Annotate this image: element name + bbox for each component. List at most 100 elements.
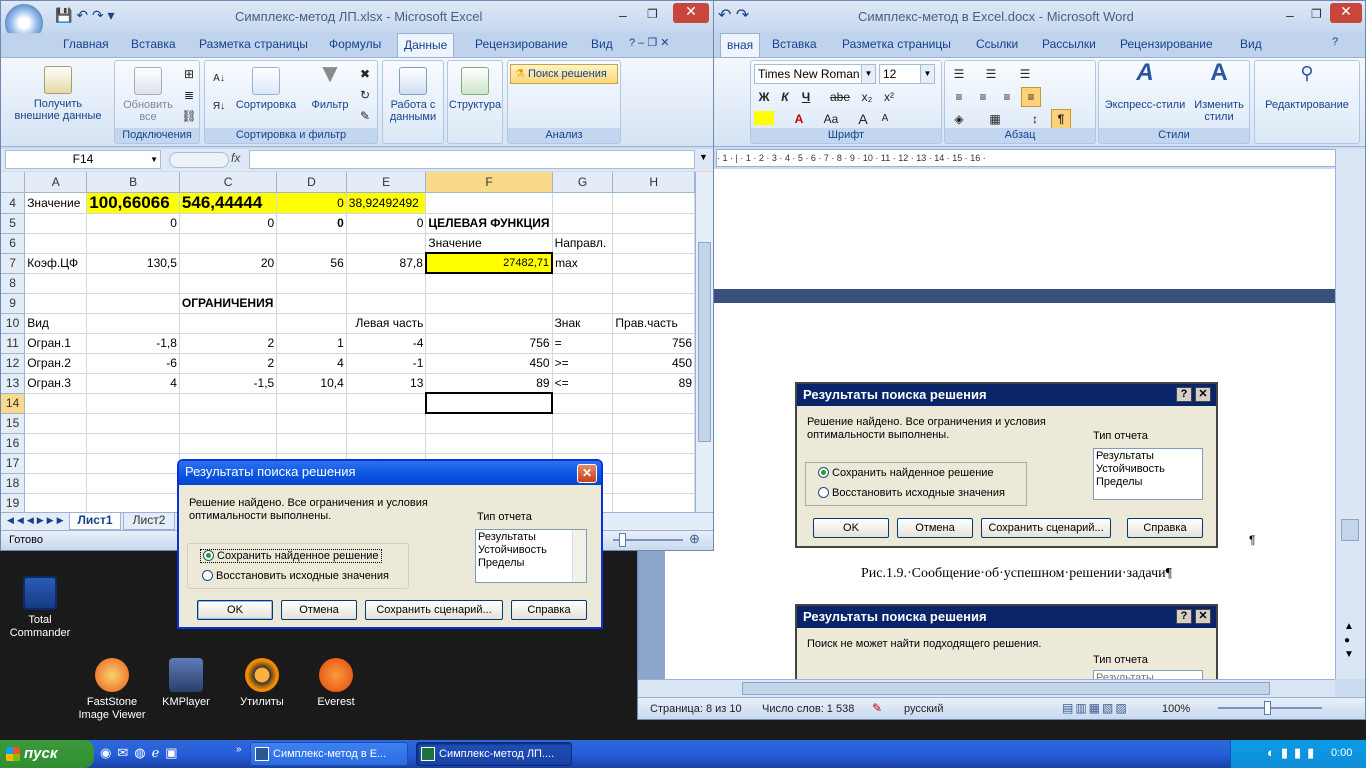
cell[interactable]: 4	[86, 373, 180, 394]
clear-filter-icon[interactable]: ✖	[355, 64, 375, 84]
list-item[interactable]: Результаты	[478, 531, 584, 544]
cell[interactable]: Огран.2	[24, 353, 88, 374]
formula-expand[interactable]	[169, 152, 229, 168]
cell[interactable]	[425, 192, 553, 214]
cell[interactable]	[612, 453, 695, 474]
horizontal-ruler[interactable]: · 1 · | · 1 · 2 · 3 · 4 · 5 · 6 · 7 · 8 …	[716, 149, 1336, 167]
close-icon[interactable]: ✕	[1330, 3, 1362, 23]
cell[interactable]	[24, 433, 88, 454]
cell[interactable]: 2	[179, 333, 278, 354]
borders-icon[interactable]: ▦	[985, 109, 1005, 129]
cell[interactable]	[179, 273, 278, 294]
cell[interactable]	[346, 273, 427, 294]
cell[interactable]: 450	[425, 353, 553, 374]
minimize-icon[interactable]: –	[619, 7, 627, 23]
cell[interactable]	[86, 433, 180, 454]
desktop-icon-total-commander[interactable]: Total Commander	[0, 576, 80, 640]
cell[interactable]: >=	[552, 353, 614, 374]
cell[interactable]	[276, 393, 347, 414]
column-header[interactable]: F	[425, 172, 553, 193]
cell[interactable]	[86, 313, 180, 334]
data-tools-button[interactable]: Работа с данными	[383, 67, 443, 123]
scroll-thumb[interactable]	[698, 242, 711, 442]
cell[interactable]: 13	[346, 373, 427, 394]
cell[interactable]: Вид	[24, 313, 88, 334]
cell[interactable]: Коэф.ЦФ	[24, 253, 88, 274]
sheet-tab-2[interactable]: Лист2	[123, 513, 175, 530]
get-external-data-button[interactable]: Получить внешние данные	[6, 66, 110, 122]
cell[interactable]	[346, 293, 427, 314]
change-case-button[interactable]: Aa	[817, 109, 845, 129]
cell[interactable]	[552, 293, 614, 314]
help-icon[interactable]: ? – ❐ ✕	[629, 36, 669, 49]
sort-button[interactable]: Сортировка	[231, 67, 301, 111]
proofing-icon[interactable]: ✎	[872, 701, 882, 715]
cell[interactable]: 4	[276, 353, 347, 374]
word-horizontal-scrollbar[interactable]	[638, 679, 1335, 697]
cell[interactable]: Значение	[425, 233, 553, 254]
cell[interactable]	[612, 493, 695, 512]
cell[interactable]: 0	[276, 192, 347, 214]
strike-button[interactable]: abe	[827, 87, 853, 107]
align-left-icon[interactable]: ≡	[949, 87, 969, 107]
help-icon[interactable]: ?	[1332, 36, 1338, 48]
cell[interactable]	[276, 273, 347, 294]
cell[interactable]	[552, 413, 614, 434]
tab-insert[interactable]: Вставка	[131, 37, 176, 51]
outline-button[interactable]: Структура	[448, 67, 502, 111]
cell[interactable]	[425, 313, 553, 334]
shading-icon[interactable]: ◈	[949, 109, 969, 129]
cell[interactable]	[424, 392, 554, 414]
word-vertical-scrollbar[interactable]: ▲ ● ▼	[1335, 149, 1365, 679]
row-header[interactable]: 19	[1, 493, 26, 512]
tab-home[interactable]: Главная	[63, 37, 109, 51]
cell[interactable]	[24, 493, 88, 512]
cell[interactable]	[612, 233, 695, 254]
row-header[interactable]: 9	[1, 293, 26, 314]
cell[interactable]: -1,5	[179, 373, 278, 394]
column-header[interactable]: D	[276, 172, 347, 193]
row-header[interactable]: 17	[1, 453, 26, 474]
properties-icon[interactable]: ≣	[179, 85, 199, 105]
sort-desc-icon[interactable]: Я↓	[209, 97, 229, 117]
cell[interactable]: 130,5	[86, 253, 180, 274]
cell[interactable]	[425, 413, 553, 434]
language-label[interactable]: русский	[904, 703, 943, 715]
clock[interactable]: 0:00	[1331, 747, 1352, 759]
cell[interactable]: 1	[276, 333, 347, 354]
taskbar-item-excel[interactable]: Симплекс-метод ЛП....	[416, 742, 572, 766]
name-box[interactable]: F14 ▼	[5, 150, 161, 169]
cell[interactable]	[346, 433, 427, 454]
prev-page-icon[interactable]: ▲	[1344, 621, 1354, 632]
cell[interactable]	[24, 213, 88, 234]
quick-launch-more-icon[interactable]: »	[236, 744, 242, 755]
align-right-icon[interactable]: ≡	[997, 87, 1017, 107]
column-header[interactable]: C	[179, 172, 278, 193]
redo-icon[interactable]: ↶ ↷	[718, 5, 749, 25]
cell[interactable]: 20	[179, 253, 278, 274]
cell[interactable]	[86, 453, 180, 474]
row-header[interactable]: 8	[1, 273, 26, 294]
close-icon[interactable]: ✕	[577, 464, 597, 483]
column-header[interactable]: B	[86, 172, 180, 193]
cell[interactable]: 0	[276, 213, 347, 234]
cell[interactable]	[179, 393, 278, 414]
row-header[interactable]: 11	[1, 333, 26, 354]
italic-button[interactable]: К	[775, 87, 795, 107]
zoom-slider[interactable]: ⊕	[613, 531, 707, 548]
select-all[interactable]	[1, 172, 26, 193]
cell[interactable]	[612, 253, 695, 274]
cancel-button[interactable]: Отмена	[281, 600, 357, 620]
cell[interactable]: 2	[179, 353, 278, 374]
browse-object-icon[interactable]: ●	[1344, 635, 1350, 646]
column-header[interactable]: E	[346, 172, 427, 193]
grow-font-button[interactable]: A	[853, 109, 873, 129]
cell[interactable]	[612, 192, 695, 214]
cell[interactable]: 10,4	[276, 373, 347, 394]
cell[interactable]: 56	[276, 253, 347, 274]
tab-review[interactable]: Рецензирование	[475, 37, 568, 51]
zoom-level[interactable]: 100%	[1162, 703, 1190, 715]
cell[interactable]	[552, 433, 614, 454]
cell[interactable]: 100,66066	[86, 192, 180, 214]
cell[interactable]: -6	[86, 353, 180, 374]
